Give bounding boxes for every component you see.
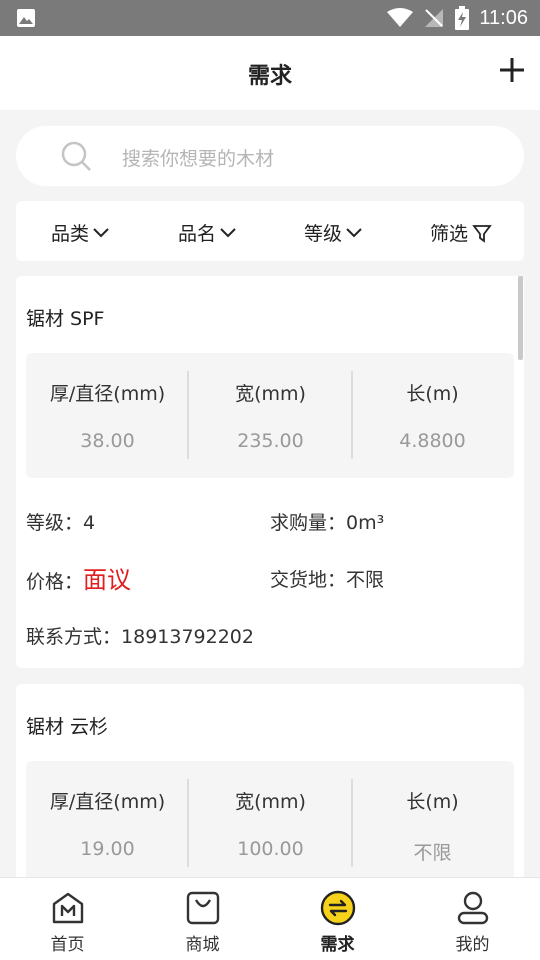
shopping-bag-icon bbox=[186, 891, 219, 925]
card-title: 锯材 SPF bbox=[26, 308, 105, 330]
tab-mine[interactable]: 我的 bbox=[405, 878, 540, 960]
demand-list[interactable]: 锯材 SPF 厚/直径(mm) 38.00 宽(mm) 235.00 长(m) … bbox=[0, 276, 540, 877]
home-icon bbox=[52, 892, 83, 924]
card-title: 锯材 云杉 bbox=[26, 716, 109, 738]
chevron-down-icon bbox=[93, 227, 109, 237]
chevron-down-icon bbox=[346, 227, 362, 237]
tab-demand[interactable]: 需求 bbox=[270, 878, 405, 960]
gallery-icon bbox=[17, 9, 35, 27]
bottom-tab-bar: 首页 商城 需求 我的 bbox=[0, 877, 540, 960]
exchange-icon bbox=[320, 890, 355, 926]
scrollbar[interactable] bbox=[518, 276, 523, 360]
battery-charging-icon bbox=[455, 6, 470, 30]
clock: 11:06 bbox=[479, 6, 528, 29]
add-icon[interactable] bbox=[498, 56, 526, 84]
quantity-row: 求购量：0m³ bbox=[270, 512, 385, 534]
price-value: 面议 bbox=[83, 566, 132, 594]
search-icon bbox=[61, 141, 91, 171]
spec-length: 长(m) 4.8800 bbox=[399, 383, 466, 452]
filter-product-name[interactable]: 品名 bbox=[178, 219, 236, 246]
app-header: 需求 bbox=[0, 36, 540, 110]
spec-length: 长(m) 不限 bbox=[406, 791, 459, 864]
spec-width: 宽(mm) 235.00 bbox=[235, 383, 306, 452]
status-bar: 11:06 bbox=[0, 0, 540, 36]
spec-thickness: 厚/直径(mm) 38.00 bbox=[49, 383, 166, 452]
search-input[interactable]: 搜索你想要的木材 bbox=[16, 126, 524, 186]
demand-card[interactable]: 锯材 SPF 厚/直径(mm) 38.00 宽(mm) 235.00 长(m) … bbox=[16, 276, 524, 668]
wifi-icon bbox=[387, 8, 414, 27]
spec-width: 宽(mm) 100.00 bbox=[235, 791, 306, 860]
delivery-row: 交货地：不限 bbox=[270, 569, 385, 591]
page-title: 需求 bbox=[247, 64, 292, 89]
user-icon bbox=[457, 891, 488, 925]
filter-grade[interactable]: 等级 bbox=[304, 219, 362, 246]
price-row: 价格：面议 bbox=[26, 566, 132, 594]
chevron-down-icon bbox=[220, 227, 236, 237]
contact-row: 联系方式：18913792202 bbox=[26, 626, 254, 648]
tab-mall[interactable]: 商城 bbox=[135, 878, 270, 960]
spec-panel: 厚/直径(mm) 38.00 宽(mm) 235.00 长(m) 4.8800 bbox=[26, 353, 514, 478]
tab-home[interactable]: 首页 bbox=[0, 878, 135, 960]
filter-bar: 品类 品名 等级 筛选 bbox=[16, 201, 524, 261]
search-placeholder: 搜索你想要的木材 bbox=[122, 148, 275, 170]
filter-category[interactable]: 品类 bbox=[51, 219, 109, 246]
phone-number[interactable]: 18913792202 bbox=[121, 626, 254, 648]
spec-thickness: 厚/直径(mm) 19.00 bbox=[49, 791, 166, 860]
grade-row: 等级：4 bbox=[26, 512, 96, 534]
spec-panel: 厚/直径(mm) 19.00 宽(mm) 100.00 长(m) 不限 bbox=[26, 761, 514, 877]
demand-card[interactable]: 锯材 云杉 厚/直径(mm) 19.00 宽(mm) 100.00 长(m) 不… bbox=[16, 684, 524, 877]
filter-more[interactable]: 筛选 bbox=[430, 219, 492, 246]
no-signal-icon bbox=[425, 9, 444, 27]
funnel-icon bbox=[472, 224, 492, 243]
